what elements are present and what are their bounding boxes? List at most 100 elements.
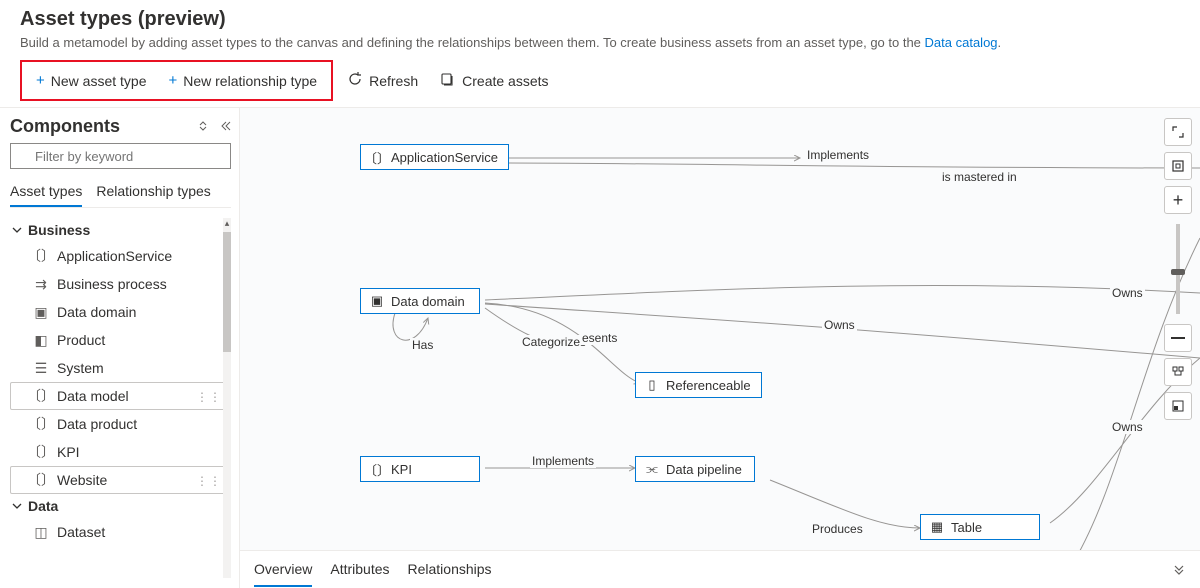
zoom-slider[interactable] — [1176, 224, 1180, 314]
tree-item-dataset[interactable]: ◫ Dataset — [10, 518, 231, 546]
new-asset-type-button[interactable]: New asset type — [28, 66, 154, 95]
node-table[interactable]: ▦ Table — [920, 514, 1040, 540]
braces-icon: 〔〕 — [369, 149, 385, 165]
canvas-bottom-tabs: Overview Attributes Relationships — [240, 550, 1200, 588]
domain-icon: ▣ — [33, 304, 49, 320]
canvas-tools: + — [1164, 118, 1192, 420]
tree-item-business-process[interactable]: ⇉ Business process — [10, 270, 231, 298]
edge-label-implements: Implements — [530, 454, 596, 468]
pipeline-icon: ⫘ — [644, 461, 660, 477]
plus-icon — [168, 72, 177, 89]
tree-item-website[interactable]: 〔〕 Website ⋮⋮ — [10, 466, 231, 494]
sidebar-scrollbar-thumb[interactable] — [223, 232, 231, 352]
node-data-pipeline[interactable]: ⫘ Data pipeline — [635, 456, 755, 482]
tree-item-label: ApplicationService — [57, 248, 172, 264]
tree-item-kpi[interactable]: 〔〕 KPI — [10, 438, 231, 466]
minimap-button[interactable] — [1164, 392, 1192, 420]
braces-icon: 〔〕 — [33, 248, 49, 264]
node-applicationservice[interactable]: 〔〕 ApplicationService — [360, 144, 509, 170]
refresh-label: Refresh — [369, 73, 418, 89]
tab-overview[interactable]: Overview — [254, 553, 312, 587]
create-assets-icon — [440, 71, 456, 90]
tree-item-data-domain[interactable]: ▣ Data domain — [10, 298, 231, 326]
edge-label-esents: esents — [580, 331, 619, 345]
minus-icon — [1171, 337, 1185, 339]
group-business-label: Business — [28, 222, 90, 238]
edge-label-mastered-in: is mastered in — [940, 170, 1019, 184]
tree-item-label: Product — [57, 332, 105, 348]
tree-item-data-model[interactable]: 〔〕 Data model ⋮⋮ — [10, 382, 231, 410]
tree-item-system[interactable]: ☰ System — [10, 354, 231, 382]
subtitle-text: Build a metamodel by adding asset types … — [20, 35, 925, 50]
braces-icon: 〔〕 — [369, 461, 385, 477]
page-subtitle: Build a metamodel by adding asset types … — [20, 35, 1180, 50]
node-label: KPI — [391, 462, 412, 477]
data-catalog-link[interactable]: Data catalog — [925, 35, 998, 50]
tree-group-data[interactable]: Data — [10, 494, 231, 518]
tab-relationship-types[interactable]: Relationship types — [96, 177, 210, 207]
filter-input[interactable] — [10, 143, 231, 169]
sidebar-scrollbar[interactable]: ▴ — [223, 218, 231, 578]
refresh-button[interactable]: Refresh — [339, 65, 426, 96]
fit-to-screen-button[interactable] — [1164, 152, 1192, 180]
node-kpi[interactable]: 〔〕 KPI — [360, 456, 480, 482]
sidebar-tabs: Asset types Relationship types — [10, 177, 231, 208]
drag-handle-icon[interactable]: ⋮⋮ — [196, 390, 222, 404]
tree-item-label: System — [57, 360, 104, 376]
page-title: Asset types (preview) — [20, 8, 1180, 31]
chevron-up-down-icon[interactable] — [197, 119, 209, 135]
canvas[interactable]: 〔〕 ApplicationService ▣ Data domain ▯ Re… — [240, 108, 1200, 588]
tab-relationships[interactable]: Relationships — [408, 553, 492, 587]
edge-label-owns: Owns — [822, 318, 857, 332]
stack-icon: ☰ — [33, 360, 49, 376]
expand-panel-icon[interactable] — [1172, 561, 1186, 578]
caret-down-icon — [12, 222, 22, 238]
drag-handle-icon[interactable]: ⋮⋮ — [196, 474, 222, 488]
edge-label-produces: Produces — [810, 522, 865, 536]
cube-icon: ◧ — [33, 332, 49, 348]
subtitle-text-end: . — [998, 35, 1002, 50]
node-referenceable[interactable]: ▯ Referenceable — [635, 372, 762, 398]
zoom-out-button[interactable] — [1164, 324, 1192, 352]
create-assets-label: Create assets — [462, 73, 548, 89]
tree-item-product[interactable]: ◧ Product — [10, 326, 231, 354]
edge-label-has: Has — [410, 338, 435, 352]
tree: Business 〔〕 ApplicationService ⇉ Busines… — [10, 218, 231, 578]
highlight-box: New asset type New relationship type — [20, 60, 333, 101]
tab-asset-types[interactable]: Asset types — [10, 177, 82, 207]
braces-icon: 〔〕 — [33, 472, 49, 488]
create-assets-button[interactable]: Create assets — [432, 65, 556, 96]
scroll-up-icon[interactable]: ▴ — [223, 218, 231, 229]
toolbar: New asset type New relationship type Ref… — [0, 54, 1200, 108]
plus-icon — [36, 72, 45, 89]
tree-item-label: KPI — [57, 444, 80, 460]
tree-item-label: Business process — [57, 276, 167, 292]
refresh-icon — [347, 71, 363, 90]
tree-item-data-product[interactable]: 〔〕 Data product — [10, 410, 231, 438]
flow-icon: ⇉ — [33, 276, 49, 292]
group-data-label: Data — [28, 498, 58, 514]
node-label: Table — [951, 520, 982, 535]
node-data-domain[interactable]: ▣ Data domain — [360, 288, 480, 314]
tree-group-business[interactable]: Business — [10, 218, 231, 242]
braces-icon: 〔〕 — [33, 388, 49, 404]
new-asset-type-label: New asset type — [51, 73, 147, 89]
tree-item-label: Dataset — [57, 524, 105, 540]
sidebar-title: Components — [10, 116, 120, 137]
table-icon: ▦ — [929, 519, 945, 535]
edge-label-categorizes: Categorizes — [520, 335, 588, 349]
domain-icon: ▣ — [369, 293, 385, 309]
tree-item-applicationservice[interactable]: 〔〕 ApplicationService — [10, 242, 231, 270]
collapse-sidebar-icon[interactable] — [219, 119, 231, 135]
tree-item-label: Website — [57, 472, 107, 488]
fullscreen-button[interactable] — [1164, 118, 1192, 146]
new-relationship-type-label: New relationship type — [183, 73, 317, 89]
zoom-slider-thumb[interactable] — [1171, 269, 1185, 275]
tab-attributes[interactable]: Attributes — [330, 553, 389, 587]
layout-button[interactable] — [1164, 358, 1192, 386]
new-relationship-type-button[interactable]: New relationship type — [160, 66, 325, 95]
zoom-in-button[interactable]: + — [1164, 186, 1192, 214]
node-label: Data pipeline — [666, 462, 742, 477]
tree-item-label: Data domain — [57, 304, 136, 320]
braces-icon: 〔〕 — [33, 416, 49, 432]
